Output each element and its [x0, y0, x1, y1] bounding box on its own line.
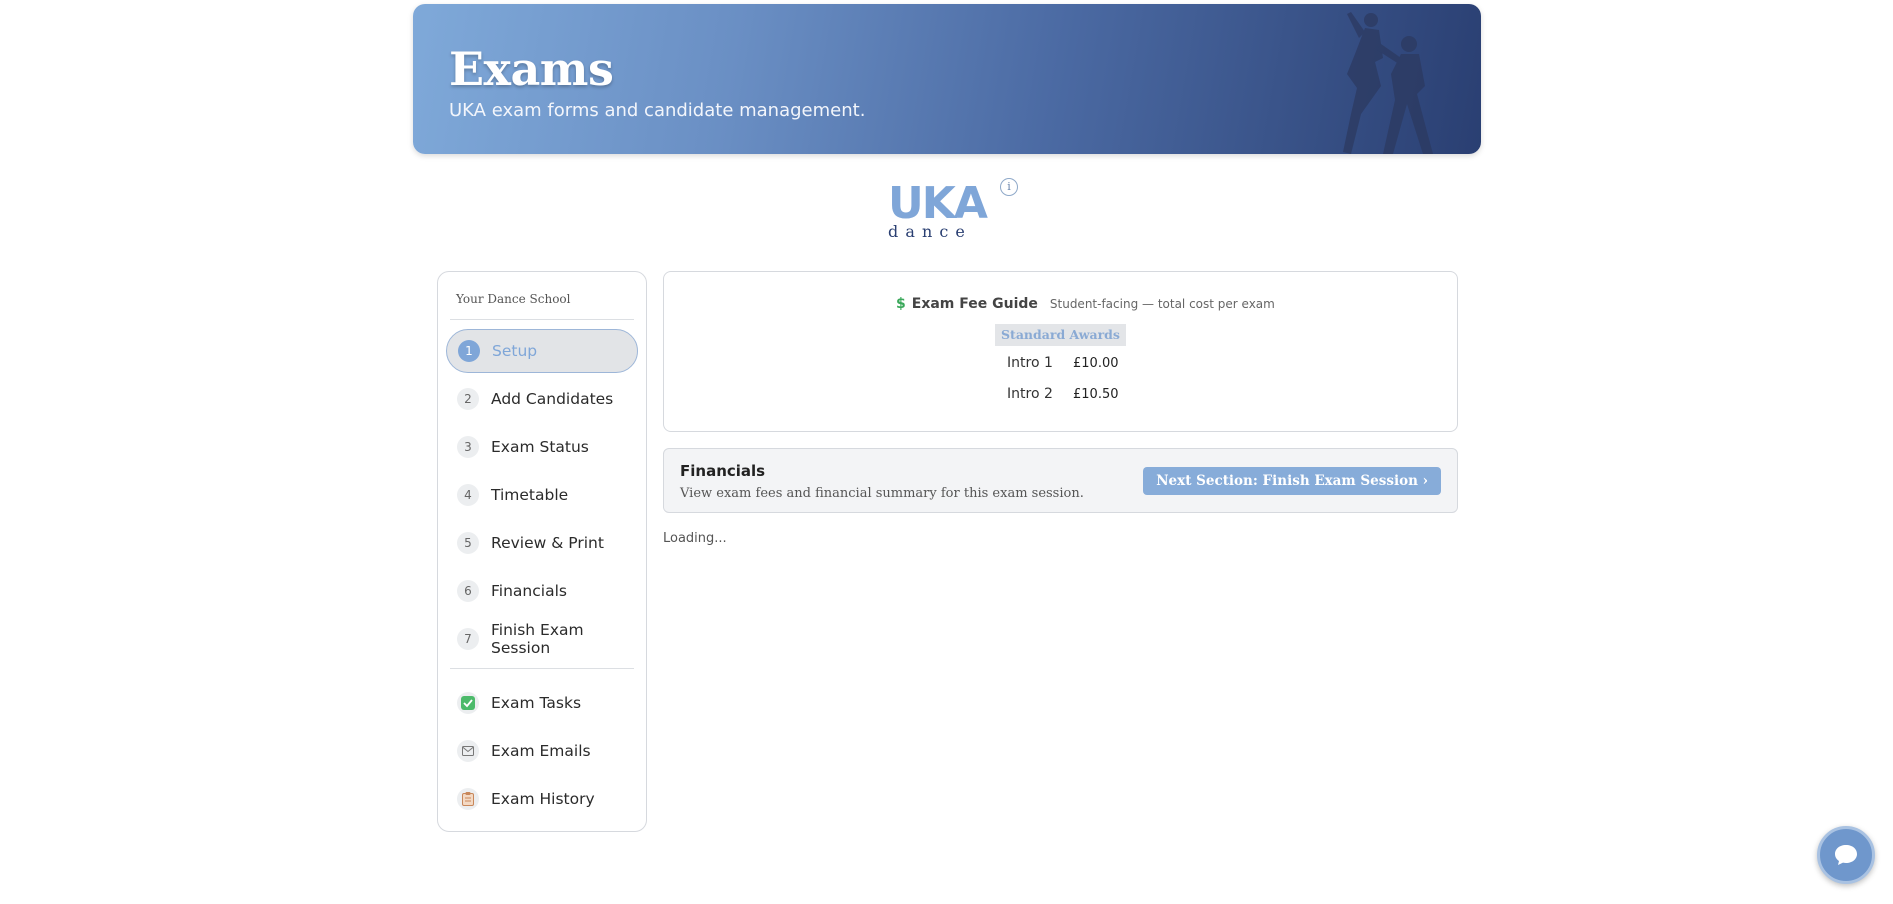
mail-icon: [457, 740, 479, 762]
fee-price: £10.00: [1073, 356, 1119, 371]
exam-fee-guide-card: $ Exam Fee Guide Student-facing — total …: [663, 271, 1458, 432]
sidebar-item-exam-status[interactable]: 3 Exam Status: [446, 425, 638, 469]
sidebar-item-exam-history[interactable]: Exam History: [446, 777, 638, 821]
sidebar-item-exam-emails[interactable]: Exam Emails: [446, 729, 638, 773]
step-number: 5: [457, 532, 479, 554]
svg-text:d a n c e: d a n c e: [888, 222, 966, 240]
financials-section-header: Financials View exam fees and financial …: [663, 448, 1458, 513]
checkbox-icon: [457, 692, 479, 714]
logo-info-icon[interactable]: i: [1000, 178, 1018, 196]
dollar-icon: $: [896, 296, 906, 312]
page-header-banner: Exams UKA exam forms and candidate manag…: [413, 4, 1481, 154]
page-title: Exams: [449, 42, 614, 96]
step-number: 6: [457, 580, 479, 602]
fee-guide-title: Exam Fee Guide: [911, 296, 1038, 312]
section-subtitle: View exam fees and financial summary for…: [680, 486, 1084, 501]
step-number: 1: [458, 340, 480, 362]
sidebar-item-label: Exam History: [491, 790, 595, 808]
sidebar-item-label: Add Candidates: [491, 390, 614, 408]
uka-dance-logo: UKA d a n c e: [888, 178, 990, 240]
sidebar-item-setup[interactable]: 1 Setup: [446, 329, 638, 373]
step-number: 3: [457, 436, 479, 458]
fee-column-header: Standard Awards: [995, 324, 1126, 346]
sidebar-item-label: Finish Exam Session: [491, 621, 584, 657]
dancers-silhouette-image: [1343, 12, 1433, 154]
fee-exam-name: Intro 1: [1007, 355, 1053, 371]
step-number: 7: [457, 628, 479, 650]
sidebar-item-finish-exam-session[interactable]: 7 Finish Exam Session: [446, 617, 638, 661]
fee-guide-header: $ Exam Fee Guide Student-facing — total …: [896, 296, 1275, 312]
fee-row: Intro 1 £10.00: [1007, 355, 1119, 371]
next-section-button[interactable]: Next Section: Finish Exam Session ›: [1143, 467, 1441, 495]
sidebar-divider: [450, 668, 634, 669]
chat-button[interactable]: [1817, 826, 1875, 884]
fee-exam-name: Intro 2: [1007, 386, 1053, 402]
sidebar-item-label: Financials: [491, 582, 567, 600]
sidebar-item-label: Timetable: [491, 486, 569, 504]
sidebar-item-label: Setup: [492, 342, 538, 360]
fee-row: Intro 2 £10.50: [1007, 386, 1119, 402]
sidebar-item-financials[interactable]: 6 Financials: [446, 569, 638, 613]
step-number: 4: [457, 484, 479, 506]
sidebar-item-review-print[interactable]: 5 Review & Print: [446, 521, 638, 565]
page-subtitle: UKA exam forms and candidate management.: [449, 100, 866, 121]
fee-price: £10.50: [1073, 387, 1119, 402]
sidebar-item-label: Review & Print: [491, 534, 604, 552]
sidebar-item-add-candidates[interactable]: 2 Add Candidates: [446, 377, 638, 421]
school-name: Your Dance School: [456, 292, 571, 306]
sidebar-item-label: Exam Emails: [491, 742, 591, 760]
sidebar-item-label: Exam Tasks: [491, 694, 582, 712]
sidebar-divider: [450, 319, 634, 320]
loading-indicator: Loading...: [663, 531, 727, 546]
sidebar-item-exam-tasks[interactable]: Exam Tasks: [446, 681, 638, 725]
fee-guide-note: Student-facing — total cost per exam: [1049, 297, 1275, 311]
sidebar-item-label: Exam Status: [491, 438, 589, 456]
clipboard-icon: [457, 788, 479, 810]
step-number: 2: [457, 388, 479, 410]
sidebar-item-timetable[interactable]: 4 Timetable: [446, 473, 638, 517]
chat-bubble-icon: [1835, 845, 1857, 865]
section-title: Financials: [680, 462, 766, 480]
exam-sidebar: Your Dance School 1 Setup 2 Add Candidat…: [437, 271, 647, 832]
